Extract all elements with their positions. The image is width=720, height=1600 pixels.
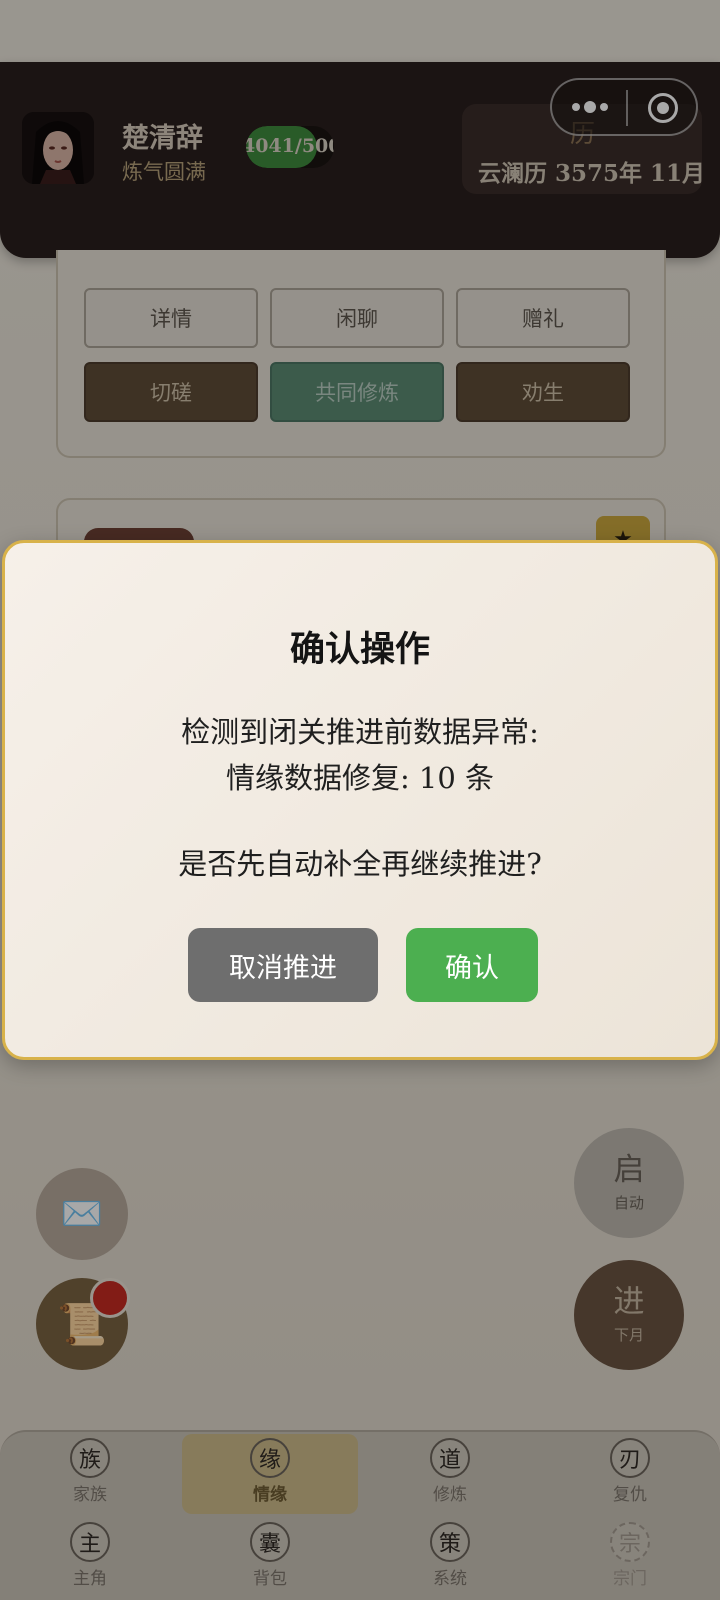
dialog-question: 是否先自动补全再继续推进? — [178, 847, 542, 881]
app-screen: 楚清辞 炼气圆满 4041/5000 历 云澜历 3575年 11月 详情 闲聊… — [0, 0, 720, 1600]
dialog-message-line-1: 检测到闭关推进前数据异常: — [181, 715, 539, 749]
confirm-dialog: 确认操作 检测到闭关推进前数据异常: 情缘数据修复: 10 条 是否先自动补全再… — [2, 540, 718, 1060]
confirm-button[interactable]: 确认 — [406, 928, 538, 1002]
dialog-message-line-2: 情缘数据修复: 10 条 — [225, 761, 495, 795]
dialog-title: 确认操作 — [289, 629, 430, 670]
cancel-advance-button[interactable]: 取消推进 — [188, 928, 378, 1002]
